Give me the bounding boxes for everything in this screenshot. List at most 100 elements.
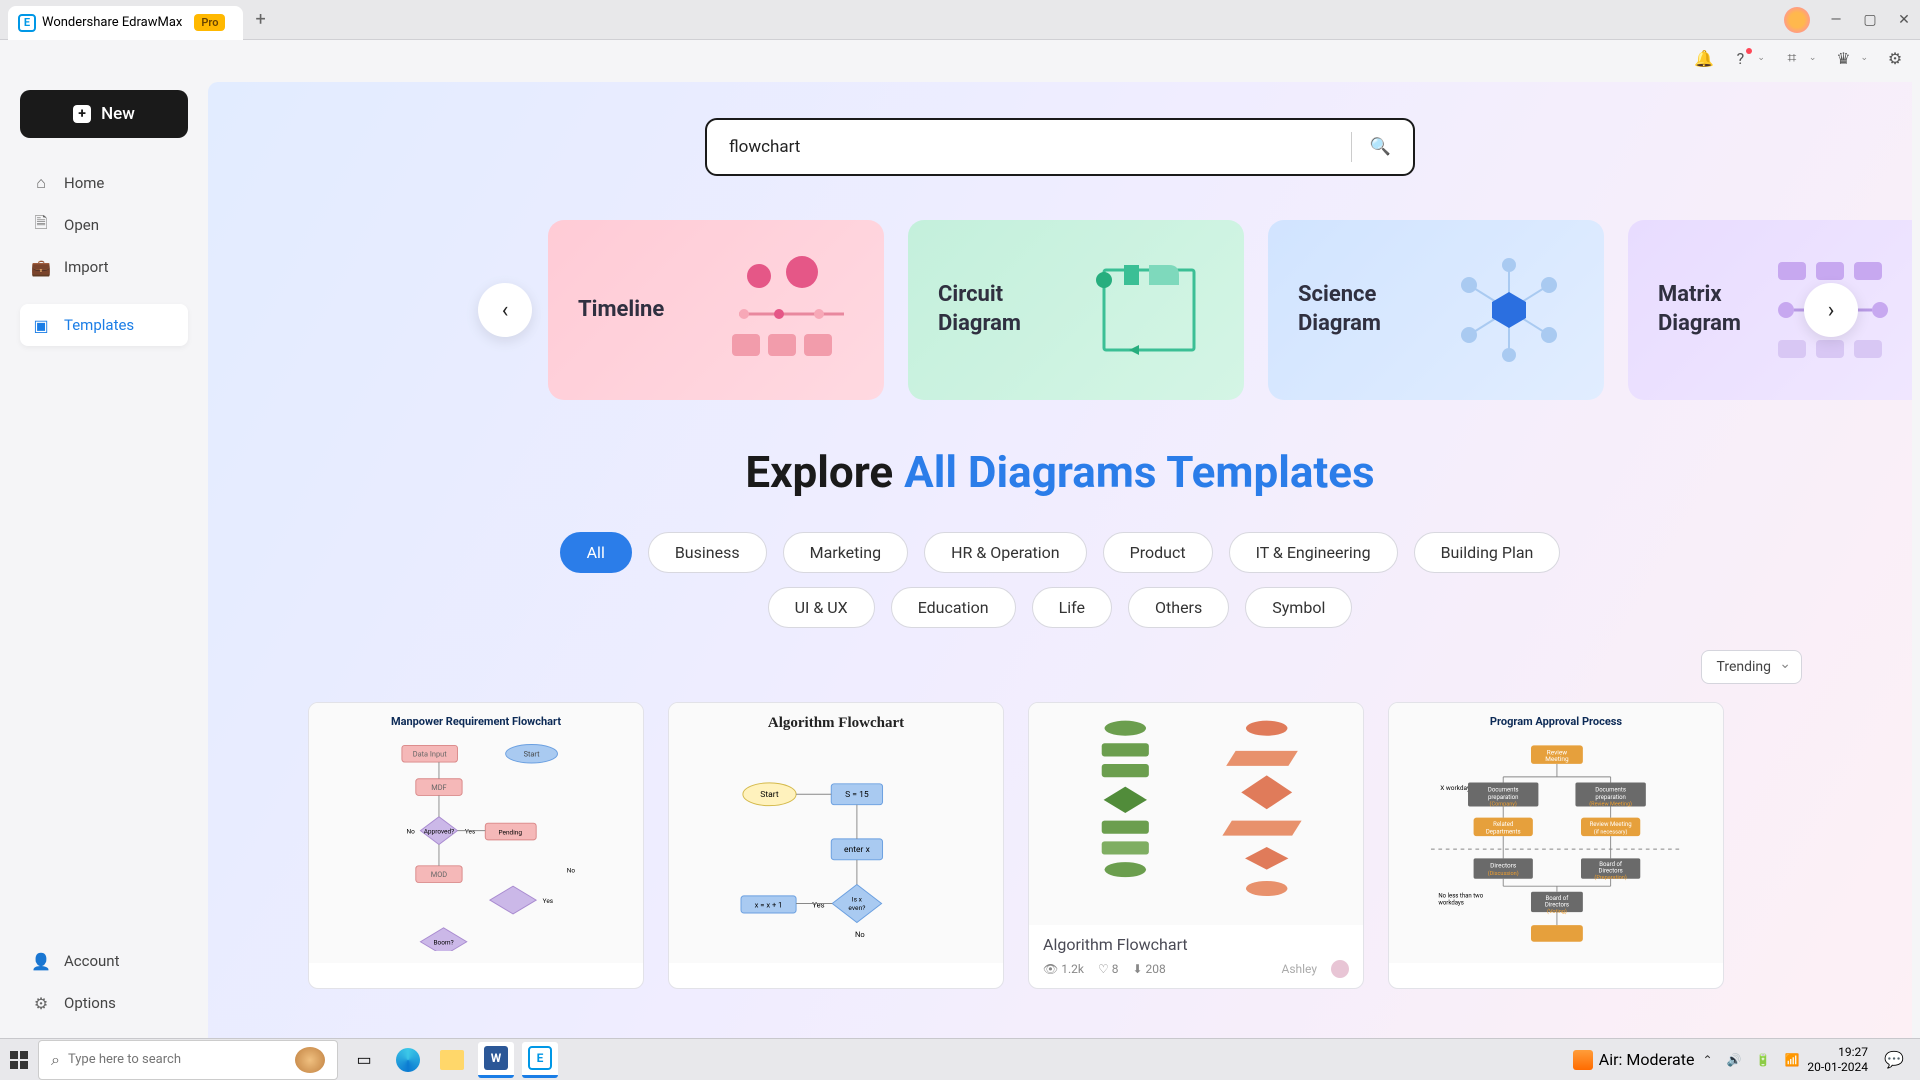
crown-icon[interactable]: ♛ bbox=[1834, 49, 1852, 67]
settings-icon[interactable]: ⚙ bbox=[1886, 49, 1904, 67]
category-card-circuit[interactable]: Circuit Diagram bbox=[908, 220, 1244, 400]
svg-text:Directors: Directors bbox=[1545, 902, 1569, 909]
sidebar-item-label: Import bbox=[64, 258, 109, 276]
taskbar-edrawmax-icon[interactable]: E bbox=[522, 1042, 558, 1078]
help-chevron-icon: ⌄ bbox=[1757, 53, 1765, 63]
filter-chip-it-engineering[interactable]: IT & Engineering bbox=[1229, 532, 1398, 573]
svg-text:Directors: Directors bbox=[1490, 862, 1517, 870]
user-avatar[interactable] bbox=[1784, 7, 1810, 33]
start-button[interactable] bbox=[8, 1049, 30, 1071]
main-content: 🔍 All Collections › ‹ Timeline bbox=[208, 82, 1912, 1038]
filter-chip-symbol[interactable]: Symbol bbox=[1245, 587, 1352, 628]
tray-wifi-icon[interactable]: 📶 bbox=[1784, 1053, 1799, 1067]
taskbar-notifications-icon[interactable]: 💬 bbox=[1876, 1042, 1912, 1078]
search-icon[interactable]: 🔍 bbox=[1370, 137, 1391, 157]
circuit-illustration-icon bbox=[1084, 250, 1214, 370]
windows-taskbar: ⌕ ▭ W E Air: Moderate ⌃ 🔊 🔋 📶 19:27 20-0… bbox=[0, 1038, 1920, 1080]
tray-battery-icon[interactable]: 🔋 bbox=[1756, 1053, 1771, 1067]
filter-chip-product[interactable]: Product bbox=[1103, 532, 1213, 573]
filter-chip-building-plan[interactable]: Building Plan bbox=[1414, 532, 1561, 573]
template-card[interactable]: Algorithm Flowchart 👁 1.2k ♡ 8 ⬇ 208 Ash… bbox=[1028, 702, 1364, 989]
new-button[interactable]: + New bbox=[20, 90, 188, 138]
filter-chip-marketing[interactable]: Marketing bbox=[783, 532, 908, 573]
category-card-matrix[interactable]: Matrix Diagram bbox=[1628, 220, 1912, 400]
search-box[interactable]: 🔍 bbox=[705, 118, 1415, 176]
svg-text:Review Meeting: Review Meeting bbox=[1590, 821, 1632, 828]
sidebar-item-import[interactable]: 💼 Import bbox=[20, 246, 188, 288]
apps-icon[interactable]: ⌗ bbox=[1783, 49, 1801, 67]
filter-chip-hr-operation[interactable]: HR & Operation bbox=[924, 532, 1087, 573]
taskbar-explorer-icon[interactable] bbox=[434, 1042, 470, 1078]
svg-text:No: No bbox=[567, 866, 576, 874]
sidebar-item-label: Home bbox=[64, 174, 104, 192]
crown-chevron-icon: ⌄ bbox=[1860, 53, 1868, 63]
svg-text:MOD: MOD bbox=[431, 870, 448, 879]
svg-text:Start: Start bbox=[760, 790, 779, 800]
sidebar-item-home[interactable]: ⌂ Home bbox=[20, 162, 188, 204]
new-tab-button[interactable]: + bbox=[255, 9, 265, 30]
weather-icon bbox=[1573, 1050, 1593, 1070]
window-maximize-button[interactable]: ▢ bbox=[1862, 12, 1878, 28]
svg-text:Is x: Is x bbox=[852, 896, 863, 904]
sidebar-item-options[interactable]: ⚙ Options bbox=[20, 982, 188, 1024]
category-card-timeline[interactable]: Timeline bbox=[548, 220, 884, 400]
plus-icon: + bbox=[73, 105, 91, 123]
template-thumbnail: Algorithm Flowchart Start S = 15 enter x… bbox=[669, 703, 1003, 963]
filter-chip-life[interactable]: Life bbox=[1032, 587, 1112, 628]
search-input[interactable] bbox=[729, 137, 1333, 157]
window-close-button[interactable]: ✕ bbox=[1896, 12, 1912, 28]
sort-select[interactable]: Trending bbox=[1701, 650, 1802, 684]
filter-row-1: All Business Marketing HR & Operation Pr… bbox=[208, 532, 1912, 573]
toolbar-right: 🔔 ? ⌄ ⌗ ⌄ ♛ ⌄ ⚙ bbox=[0, 40, 1920, 76]
window-minimize-button[interactable]: — bbox=[1828, 12, 1844, 28]
title-bar: E Wondershare EdrawMax Pro + — ▢ ✕ bbox=[0, 0, 1920, 40]
category-carousel: ‹ Timeline Circuit Diagram bbox=[248, 220, 1872, 400]
message-icon: ▣ bbox=[32, 316, 50, 334]
svg-text:x = x + 1: x = x + 1 bbox=[755, 900, 783, 909]
filter-chip-all[interactable]: All bbox=[560, 532, 632, 573]
svg-text:Related: Related bbox=[1493, 821, 1513, 828]
author-avatar bbox=[1331, 960, 1349, 978]
bell-icon[interactable]: 🔔 bbox=[1695, 49, 1713, 67]
tray-volume-icon[interactable]: 🔊 bbox=[1727, 1053, 1742, 1067]
carousel-prev-button[interactable]: ‹ bbox=[478, 283, 532, 337]
filter-chip-business[interactable]: Business bbox=[648, 532, 767, 573]
app-tab[interactable]: E Wondershare EdrawMax Pro bbox=[8, 6, 243, 40]
sidebar-item-label: Account bbox=[64, 952, 120, 970]
taskbar-search[interactable]: ⌕ bbox=[38, 1040, 338, 1080]
taskbar-word-icon[interactable]: W bbox=[478, 1042, 514, 1078]
help-icon[interactable]: ? bbox=[1731, 49, 1749, 67]
filter-chip-others[interactable]: Others bbox=[1128, 587, 1229, 628]
taskbar-clock[interactable]: 19:27 20-01-2024 bbox=[1807, 1045, 1868, 1074]
svg-text:Documents: Documents bbox=[1595, 787, 1626, 794]
sidebar-item-open[interactable]: 🗎 Open bbox=[20, 204, 188, 246]
category-card-science[interactable]: Science Diagram bbox=[1268, 220, 1604, 400]
tray-chevron-icon[interactable]: ⌃ bbox=[1702, 1053, 1712, 1067]
timeline-illustration-icon bbox=[724, 250, 854, 370]
filter-chip-education[interactable]: Education bbox=[891, 587, 1016, 628]
category-card-title: Circuit Diagram bbox=[938, 281, 1021, 338]
task-view-icon[interactable]: ▭ bbox=[346, 1042, 382, 1078]
taskbar-weather[interactable]: Air: Moderate bbox=[1573, 1050, 1695, 1070]
template-card[interactable]: Manpower Requirement Flowchart Data Inpu… bbox=[308, 702, 644, 989]
carousel-next-button[interactable]: › bbox=[1804, 283, 1858, 337]
sidebar-item-templates[interactable]: ▣ Templates bbox=[20, 304, 188, 346]
sidebar-item-account[interactable]: 👤 Account bbox=[20, 940, 188, 982]
home-icon: ⌂ bbox=[32, 174, 50, 192]
svg-text:enter x: enter x bbox=[844, 845, 871, 855]
template-stats: 👁 1.2k ♡ 8 ⬇ 208 Ashley bbox=[1043, 960, 1349, 978]
svg-text:Yes: Yes bbox=[543, 897, 554, 905]
template-name: Algorithm Flowchart bbox=[1043, 935, 1349, 954]
svg-text:(Discussion): (Discussion) bbox=[1488, 870, 1519, 877]
taskbar-search-input[interactable] bbox=[68, 1052, 287, 1067]
system-tray[interactable]: ⌃ 🔊 🔋 📶 bbox=[1702, 1053, 1799, 1067]
svg-text:MDF: MDF bbox=[431, 783, 446, 792]
search-divider bbox=[1351, 132, 1352, 162]
headline-pre: Explore bbox=[745, 446, 904, 498]
filter-chip-ui-ux[interactable]: UI & UX bbox=[768, 587, 875, 628]
template-card[interactable]: Algorithm Flowchart Start S = 15 enter x… bbox=[668, 702, 1004, 989]
thumb-title: Program Approval Process bbox=[1490, 715, 1622, 728]
person-icon: 👤 bbox=[32, 952, 50, 970]
template-card[interactable]: Program Approval Process ReviewMeeting X… bbox=[1388, 702, 1724, 989]
taskbar-edge-icon[interactable] bbox=[390, 1042, 426, 1078]
